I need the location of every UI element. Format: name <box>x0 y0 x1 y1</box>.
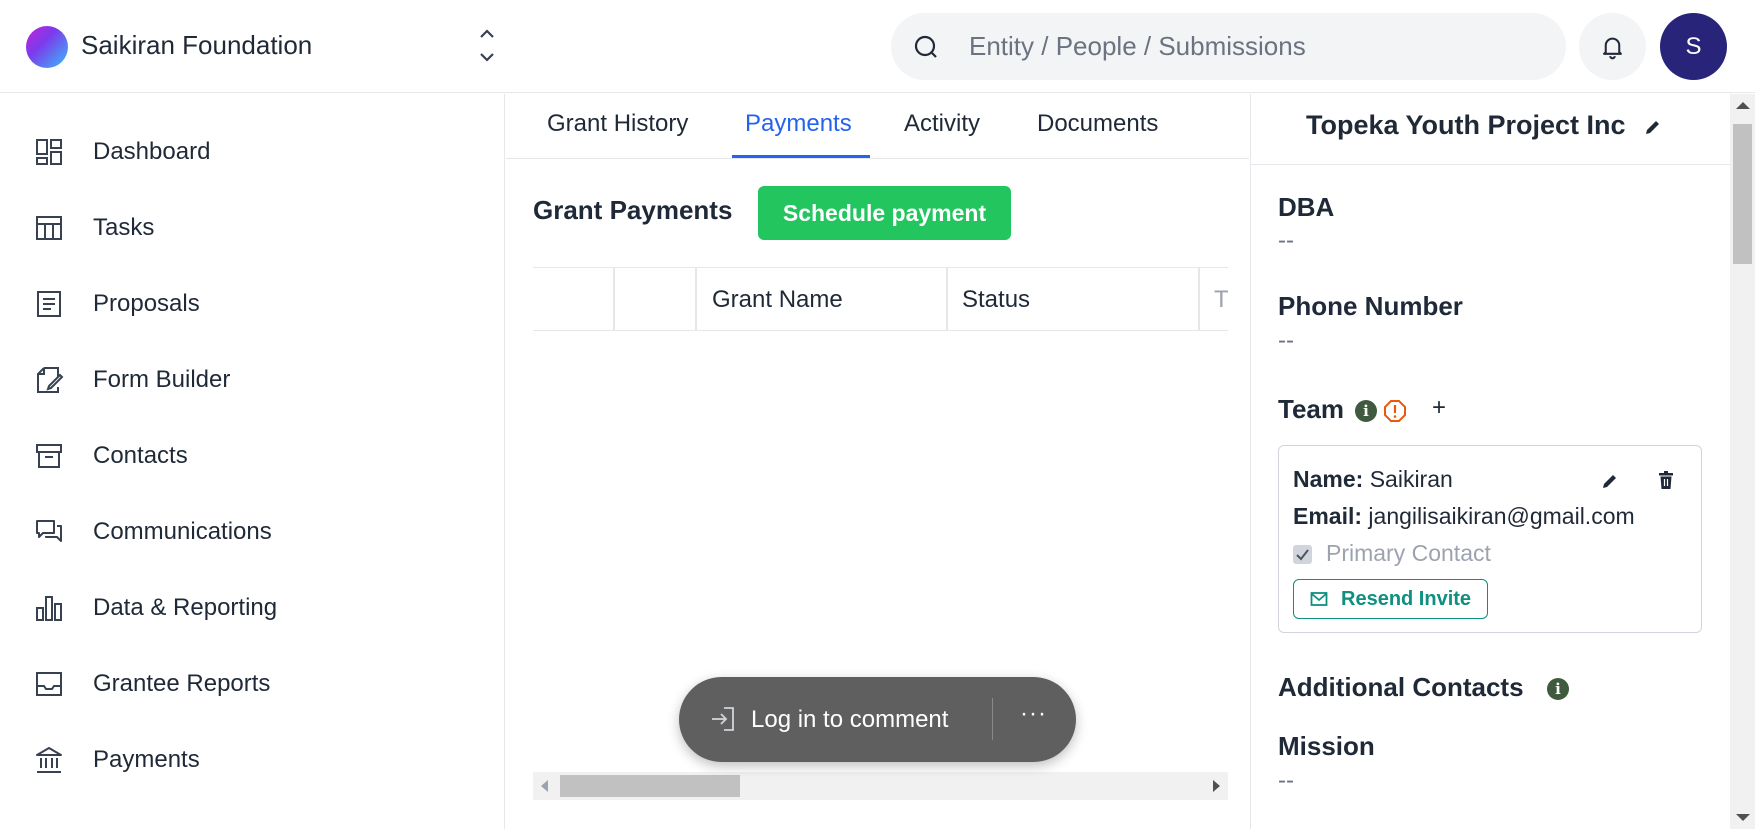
sidebar-item-label: Communications <box>93 518 272 545</box>
name-label: Name: <box>1293 466 1364 492</box>
mission-label: Mission <box>1278 731 1375 761</box>
bar-chart-icon <box>36 596 62 621</box>
top-bar: Saikiran Foundation Entity / People / Su… <box>0 0 1755 93</box>
column-header-truncated[interactable]: T <box>1214 286 1228 314</box>
scroll-down-arrow-icon[interactable] <box>1736 814 1750 821</box>
add-team-member-button[interactable]: + <box>1432 394 1446 422</box>
scroll-left-arrow-icon[interactable] <box>541 780 548 792</box>
mail-icon <box>1310 592 1328 606</box>
sidebar-item-label: Payments <box>93 746 200 773</box>
additional-contacts-label: Additional Contacts <box>1278 672 1524 702</box>
sidebar: Dashboard Tasks Proposals Form Builder C… <box>0 94 505 829</box>
dashboard-icon <box>36 139 62 165</box>
sidebar-item-proposals[interactable]: Proposals <box>0 274 504 334</box>
scrollbar-thumb[interactable] <box>1733 124 1752 264</box>
entity-name: Topeka Youth Project Inc <box>1306 110 1626 140</box>
inbox-tray-icon <box>36 672 62 696</box>
sidebar-item-label: Contacts <box>93 442 188 469</box>
info-icon[interactable]: i <box>1355 400 1377 422</box>
resend-invite-button[interactable]: Resend Invite <box>1293 579 1488 619</box>
sidebar-item-form-builder[interactable]: Form Builder <box>0 350 504 410</box>
column-header-status[interactable]: Status <box>962 286 1030 314</box>
sidebar-item-grantee-reports[interactable]: Grantee Reports <box>0 654 504 714</box>
toolbar-divider <box>992 698 993 740</box>
sidebar-item-contacts[interactable]: Contacts <box>0 426 504 486</box>
column-divider <box>613 268 615 330</box>
mission-value: -- <box>1278 767 1294 794</box>
dba-value: -- <box>1278 227 1294 254</box>
form-edit-icon <box>37 367 64 393</box>
sidebar-item-label: Proposals <box>93 290 200 317</box>
column-header-grant-name[interactable]: Grant Name <box>712 286 843 314</box>
checkmark-icon <box>1296 549 1309 561</box>
sidebar-item-label: Grantee Reports <box>93 670 271 697</box>
bank-icon <box>36 747 62 773</box>
edit-pencil-icon[interactable] <box>1644 118 1662 136</box>
sidebar-item-label: Dashboard <box>93 138 211 165</box>
info-icon[interactable]: i <box>1547 678 1569 700</box>
archive-box-icon <box>36 444 62 468</box>
org-logo <box>26 26 68 68</box>
sidebar-item-data-reporting[interactable]: Data & Reporting <box>0 578 504 638</box>
sidebar-item-label: Form Builder <box>93 366 231 393</box>
team-member-card: Name: Saikiran Email: jangilisaikiran@gm… <box>1278 445 1702 633</box>
tab-bar: Grant History Payments Activity Document… <box>506 94 1249 159</box>
sidebar-item-label: Data & Reporting <box>93 594 278 621</box>
login-to-comment-button[interactable]: Log in to comment <box>751 706 948 734</box>
column-divider <box>695 268 697 330</box>
tab-activity[interactable]: Activity <box>904 110 980 138</box>
bell-icon <box>1603 37 1622 60</box>
active-tab-indicator <box>732 155 870 158</box>
primary-contact-label: Primary Contact <box>1326 540 1491 566</box>
panel-divider <box>1251 164 1731 165</box>
user-avatar[interactable]: S <box>1660 13 1727 80</box>
sidebar-item-payments[interactable]: Payments <box>0 730 504 790</box>
member-name: Saikiran <box>1369 466 1453 492</box>
sidebar-item-tasks[interactable]: Tasks <box>0 198 504 258</box>
phone-number-value: -- <box>1278 327 1294 354</box>
scroll-right-arrow-icon[interactable] <box>1213 780 1220 792</box>
primary-contact-checkbox[interactable] <box>1293 545 1312 564</box>
chat-bubbles-icon <box>36 520 62 542</box>
more-options-icon[interactable]: ··· <box>1020 700 1047 728</box>
org-name[interactable]: Saikiran Foundation <box>81 30 312 61</box>
global-search[interactable]: Entity / People / Submissions <box>891 13 1566 80</box>
column-divider <box>1198 268 1200 330</box>
sidebar-item-dashboard[interactable]: Dashboard <box>0 122 504 182</box>
edit-pencil-icon[interactable] <box>1601 472 1619 490</box>
email-label: Email: <box>1293 503 1363 529</box>
document-icon <box>37 291 61 317</box>
search-icon <box>914 35 937 58</box>
phone-number-label: Phone Number <box>1278 291 1463 321</box>
login-icon <box>712 707 734 731</box>
member-name-row: Name: Saikiran <box>1293 466 1453 493</box>
comment-toolbar: Log in to comment ··· <box>679 677 1076 762</box>
section-title: Grant Payments <box>533 195 733 225</box>
org-switcher-chevrons-icon[interactable] <box>474 22 500 70</box>
warning-hexagon-icon[interactable] <box>1383 399 1407 423</box>
member-email-row: Email: jangilisaikiran@gmail.com <box>1293 503 1635 530</box>
resend-invite-label: Resend Invite <box>1341 588 1472 610</box>
payments-table-header: Grant Name Status T <box>533 267 1228 331</box>
vertical-scrollbar[interactable] <box>1730 94 1755 829</box>
sidebar-item-label: Tasks <box>93 214 155 241</box>
scrollbar-thumb[interactable] <box>560 775 740 797</box>
team-label: Team <box>1278 394 1344 424</box>
member-email: jangilisaikiran@gmail.com <box>1368 503 1635 529</box>
dba-label: DBA <box>1278 192 1335 222</box>
tab-payments[interactable]: Payments <box>745 110 852 138</box>
table-icon <box>36 216 62 240</box>
sidebar-item-communications[interactable]: Communications <box>0 502 504 562</box>
column-divider <box>946 268 948 330</box>
notifications-button[interactable] <box>1579 13 1646 80</box>
trash-icon[interactable] <box>1656 470 1676 490</box>
tab-grant-history[interactable]: Grant History <box>547 110 688 138</box>
entity-profile-panel: Topeka Youth Project Inc DBA -- Phone Nu… <box>1250 94 1731 829</box>
scroll-up-arrow-icon[interactable] <box>1736 102 1750 109</box>
schedule-payment-button[interactable]: Schedule payment <box>758 186 1011 240</box>
search-input[interactable]: Entity / People / Submissions <box>969 31 1306 62</box>
tab-documents[interactable]: Documents <box>1037 110 1158 138</box>
horizontal-scrollbar[interactable] <box>533 772 1228 800</box>
